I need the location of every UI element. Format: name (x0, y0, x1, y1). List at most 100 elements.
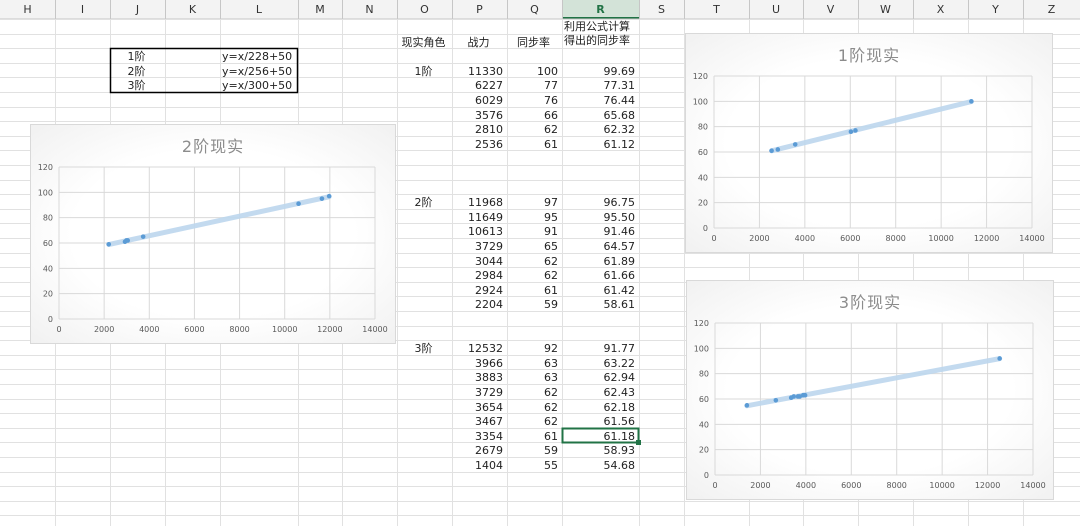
data-point (769, 148, 774, 154)
y-tick-label: 20 (698, 199, 708, 208)
formula-cell[interactable]: y=x/300+50 (222, 77, 294, 94)
x-tick-label: 0 (56, 325, 61, 334)
column-header-i[interactable]: I (55, 0, 110, 19)
x-tick-label: 2000 (749, 234, 769, 243)
data-point (997, 356, 1002, 361)
y-tick-label: 0 (48, 315, 53, 324)
sync-cell[interactable]: 55 (509, 457, 558, 474)
data-point (792, 142, 798, 147)
y-tick-label: 40 (698, 173, 708, 182)
y-tick-label: 120 (38, 163, 53, 172)
y-tick-label: 100 (38, 188, 53, 197)
column-header-m[interactable]: M (298, 0, 342, 19)
chart-1-reality[interactable]: 1阶现实 0 20 40 60 80 100 120 0 2000 4000 6000 8000 1000… (685, 33, 1053, 253)
header-role-cell[interactable]: 现实角色 (399, 34, 448, 51)
y-tick-label: 120 (693, 72, 708, 81)
x-tick-label: 8000 (229, 325, 249, 334)
column-header-q[interactable]: Q (507, 0, 562, 19)
data-point (773, 397, 779, 403)
calc-cell[interactable]: 61.12 (564, 136, 636, 153)
header-power-cell[interactable]: 战力 (454, 34, 503, 51)
x-tick-label: 6000 (840, 234, 860, 243)
y-tick-label: 100 (693, 97, 708, 106)
sync-cell[interactable]: 61 (509, 136, 558, 153)
y-tick-label: 40 (699, 420, 709, 429)
column-header-s[interactable]: S (639, 0, 684, 19)
column-header-y[interactable]: Y (968, 0, 1023, 19)
scatter-plot: 0 20 40 60 80 100 120 0 2000 4000 6000 8000 10000 120… (694, 319, 1046, 490)
data-point (319, 196, 325, 201)
column-header-t[interactable]: T (684, 0, 749, 19)
x-tick-label: 12000 (317, 325, 342, 334)
column-header-x[interactable]: X (913, 0, 968, 19)
x-tick-label: 2000 (750, 481, 770, 490)
power-cell[interactable]: 1404 (454, 457, 503, 474)
x-tick-label: 12000 (975, 481, 1000, 490)
x-tick-label: 12000 (974, 234, 999, 243)
x-tick-label: 10000 (929, 481, 954, 490)
column-header-h[interactable]: H (0, 0, 55, 19)
x-tick-label: 4000 (795, 234, 815, 243)
y-tick-label: 100 (694, 344, 709, 353)
x-tick-label: 0 (711, 234, 716, 243)
x-tick-label: 8000 (886, 234, 906, 243)
data-point (969, 99, 974, 104)
y-tick-label: 60 (699, 395, 709, 404)
x-tick-label: 14000 (1020, 481, 1045, 490)
y-tick-label: 0 (704, 471, 709, 480)
chart-3-reality[interactable]: 3阶现实 0 20 40 60 80 100 120 0 2000 4000 6000 8000 1000… (686, 280, 1054, 500)
group-label-cell[interactable]: 3阶 (399, 340, 448, 357)
column-header-r[interactable]: R (562, 0, 639, 19)
group-label-cell[interactable]: 2阶 (399, 194, 448, 211)
x-tick-label: 4000 (796, 481, 816, 490)
x-tick-label: 10000 (928, 234, 953, 243)
data-point (296, 201, 301, 207)
data-point (795, 394, 801, 399)
column-header-w[interactable]: W (858, 0, 913, 19)
data-point (106, 241, 112, 247)
data-point (775, 147, 781, 152)
y-tick-label: 80 (699, 370, 709, 379)
data-point (122, 239, 128, 245)
x-tick-label: 2000 (94, 325, 114, 334)
x-tick-label: 0 (712, 481, 717, 490)
column-header-k[interactable]: K (165, 0, 220, 19)
column-header-p[interactable]: P (452, 0, 507, 19)
group-label-cell[interactable]: 1阶 (399, 63, 448, 80)
x-tick-label: 4000 (139, 325, 159, 334)
power-cell[interactable]: 2204 (454, 296, 503, 313)
y-tick-label: 20 (43, 290, 53, 299)
column-header-o[interactable]: O (397, 0, 452, 19)
x-tick-label: 6000 (184, 325, 204, 334)
power-cell[interactable]: 2536 (454, 136, 503, 153)
column-header-v[interactable]: V (803, 0, 858, 19)
column-header-l[interactable]: L (220, 0, 298, 19)
data-point (744, 403, 750, 408)
header-calc-cell[interactable]: 利用公式计算得出的同步率 (564, 20, 638, 49)
y-tick-label: 60 (698, 148, 708, 157)
y-tick-label: 80 (698, 123, 708, 132)
data-point (140, 234, 146, 239)
chart-2-reality[interactable]: 2阶现实 0 20 40 60 80 100 120 0 2000 4000 6000 8000 1000… (30, 124, 396, 344)
x-tick-label: 6000 (841, 481, 861, 490)
data-point (853, 128, 858, 133)
scatter-plot: 0 20 40 60 80 100 120 0 2000 4000 6000 8000 10000 120… (38, 163, 388, 334)
y-tick-label: 0 (703, 224, 708, 233)
column-header-z[interactable]: Z (1023, 0, 1080, 19)
sync-cell[interactable]: 59 (509, 296, 558, 313)
calc-cell[interactable]: 54.68 (564, 457, 636, 474)
calc-cell[interactable]: 58.61 (564, 296, 636, 313)
x-tick-label: 14000 (362, 325, 387, 334)
y-tick-label: 80 (43, 214, 53, 223)
y-tick-label: 20 (699, 446, 709, 455)
x-tick-label: 14000 (1019, 234, 1044, 243)
header-sync-cell[interactable]: 同步率 (509, 34, 558, 51)
data-point (326, 193, 332, 199)
scatter-plot: 0 20 40 60 80 100 120 0 2000 4000 6000 8000 10000 120… (693, 72, 1045, 243)
column-header-j[interactable]: J (110, 0, 165, 19)
formula-level-cell[interactable]: 3阶 (112, 77, 161, 94)
data-point (848, 129, 854, 135)
column-header-n[interactable]: N (342, 0, 397, 19)
y-tick-label: 40 (43, 264, 53, 273)
column-header-u[interactable]: U (749, 0, 803, 19)
